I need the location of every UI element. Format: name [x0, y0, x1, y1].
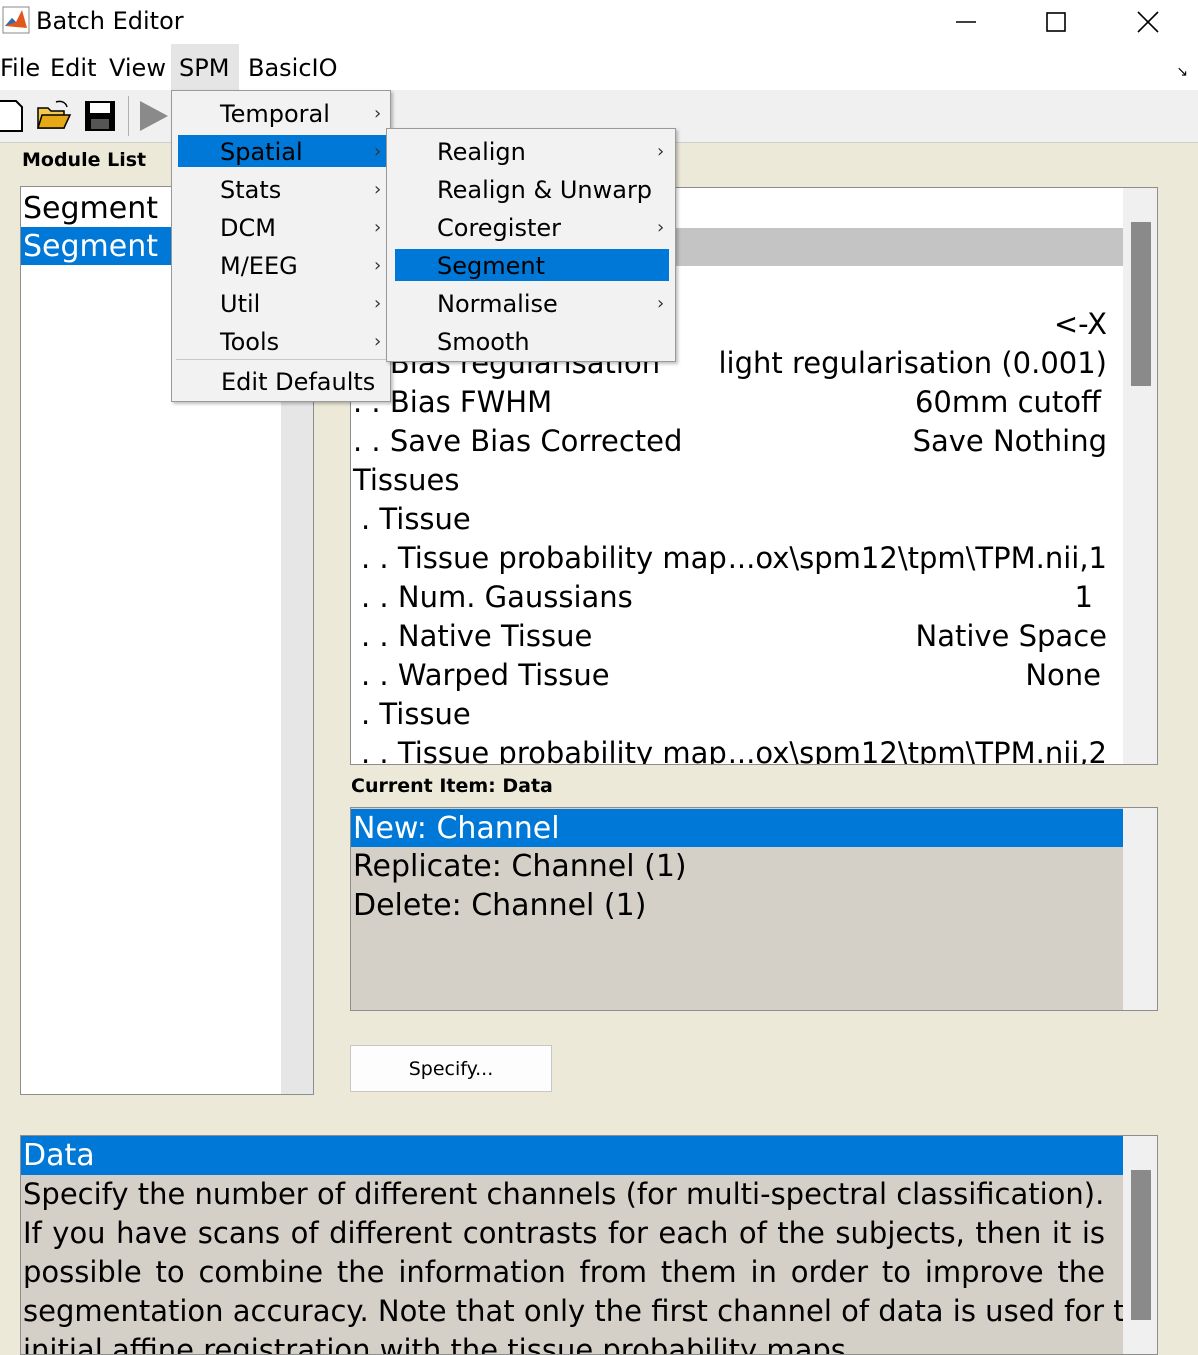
- help-title: Data: [21, 1136, 1123, 1175]
- open-folder-icon[interactable]: [36, 98, 72, 134]
- menu-separator: [176, 359, 386, 360]
- menu-basicio[interactable]: BasicIO: [240, 44, 346, 90]
- close-button[interactable]: [1118, 0, 1178, 44]
- spatial-submenu: Realign › Realign & Unwarp Coregister › Se…: [386, 128, 676, 362]
- chevron-right-icon: ›: [657, 293, 665, 314]
- specify-button[interactable]: Specify...: [350, 1045, 552, 1092]
- item-row[interactable]: . . Native Tissue Native Space: [351, 617, 1107, 656]
- spm-menu-meeg[interactable]: M/EEG ›: [172, 249, 390, 281]
- item-row[interactable]: . Tissue: [351, 695, 1107, 734]
- item-row[interactable]: Tissues: [351, 461, 1107, 500]
- spm-menu-stats[interactable]: Stats ›: [172, 173, 390, 205]
- chevron-right-icon: ›: [374, 255, 382, 276]
- menu-corner-arrow-icon: ↘: [1176, 64, 1188, 80]
- help-text-line: segmentation accuracy. Note that only th…: [23, 1294, 1158, 1328]
- help-text-line: Specify the number of different channels…: [23, 1177, 1105, 1211]
- item-list-scroll-thumb[interactable]: [1131, 222, 1151, 386]
- new-file-icon[interactable]: [0, 98, 28, 134]
- item-row[interactable]: . . Bias FWHM 60mm cutoff: [351, 383, 1107, 422]
- menu-spm[interactable]: SPM: [171, 44, 239, 90]
- item-row[interactable]: . . Save Bias Corrected Save Nothing: [351, 422, 1107, 461]
- help-scroll-thumb[interactable]: [1131, 1170, 1151, 1320]
- module-list-item[interactable]: Segment: [21, 189, 173, 227]
- spatial-menu-smooth[interactable]: Smooth: [387, 325, 675, 357]
- help-text-line: possible to combine the information from…: [23, 1255, 1105, 1289]
- spm-menu-spatial[interactable]: Spatial ›: [178, 135, 390, 167]
- current-item-options-list[interactable]: New: Channel Replicate: Channel (1) Dele…: [350, 807, 1158, 1011]
- chevron-right-icon: ›: [374, 293, 382, 314]
- minimize-button[interactable]: [936, 0, 996, 44]
- spatial-menu-segment[interactable]: Segment: [395, 249, 669, 281]
- module-list-label: Module List: [22, 149, 147, 171]
- chevron-right-icon: ›: [374, 179, 382, 200]
- item-row[interactable]: . . Warped Tissue None: [351, 656, 1107, 695]
- spm-menu-util[interactable]: Util ›: [172, 287, 390, 319]
- current-item-label: Current Item: Data: [351, 775, 553, 797]
- help-text-line: initial affine registration with the tis…: [23, 1333, 856, 1355]
- run-icon[interactable]: [136, 98, 172, 134]
- maximize-icon: [1046, 12, 1066, 32]
- matlab-app-icon: [2, 6, 30, 34]
- chevron-right-icon: ›: [374, 331, 382, 352]
- spatial-menu-coregister[interactable]: Coregister ›: [387, 211, 675, 243]
- menu-bar: File Edit View SPM BasicIO ↘: [0, 44, 1198, 90]
- title-bar: Batch Editor: [0, 0, 1198, 44]
- current-item-scrollbar[interactable]: [1123, 808, 1157, 1010]
- spm-dropdown-menu: Temporal › Spatial › Stats › DCM › M/EEG › Ut…: [171, 90, 391, 402]
- chevron-right-icon: ›: [657, 141, 665, 162]
- spatial-menu-realign-unwarp[interactable]: Realign & Unwarp: [387, 173, 675, 205]
- spatial-menu-realign[interactable]: Realign ›: [387, 135, 675, 167]
- help-text-line: If you have scans of different contrasts…: [23, 1216, 1105, 1250]
- close-icon: [1137, 11, 1159, 33]
- current-item-option[interactable]: Delete: Channel (1): [351, 886, 1123, 924]
- menu-file[interactable]: File: [0, 44, 48, 90]
- item-row[interactable]: . . Tissue probability map ...ox\spm12\tp…: [351, 734, 1107, 764]
- chevron-right-icon: ›: [374, 103, 382, 124]
- item-row[interactable]: . Tissue: [351, 500, 1107, 539]
- menu-view[interactable]: View: [101, 44, 174, 90]
- spm-menu-temporal[interactable]: Temporal ›: [172, 97, 390, 129]
- chevron-right-icon: ›: [374, 217, 382, 238]
- menu-edit[interactable]: Edit: [42, 44, 104, 90]
- chevron-right-icon: ›: [374, 141, 382, 162]
- item-row[interactable]: . . Num. Gaussians 1: [351, 578, 1107, 617]
- window-title: Batch Editor: [36, 7, 184, 35]
- save-icon[interactable]: [82, 98, 118, 134]
- minimize-icon: [956, 21, 976, 23]
- current-item-option-selected[interactable]: New: Channel: [351, 809, 1123, 847]
- spm-menu-edit-defaults[interactable]: Edit Defaults: [172, 365, 390, 397]
- item-row[interactable]: . . Tissue probability map ...ox\spm12\tp…: [351, 539, 1107, 578]
- spatial-menu-normalise[interactable]: Normalise ›: [387, 287, 675, 319]
- maximize-button[interactable]: [1026, 0, 1086, 44]
- chevron-right-icon: ›: [657, 217, 665, 238]
- current-item-option[interactable]: Replicate: Channel (1): [351, 847, 1123, 885]
- help-panel[interactable]: Data Specify the number of different cha…: [20, 1135, 1158, 1355]
- spm-menu-tools[interactable]: Tools ›: [172, 325, 390, 357]
- spm-menu-dcm[interactable]: DCM ›: [172, 211, 390, 243]
- toolbar-separator: [128, 96, 129, 136]
- module-list-item-selected[interactable]: Segment: [21, 227, 173, 265]
